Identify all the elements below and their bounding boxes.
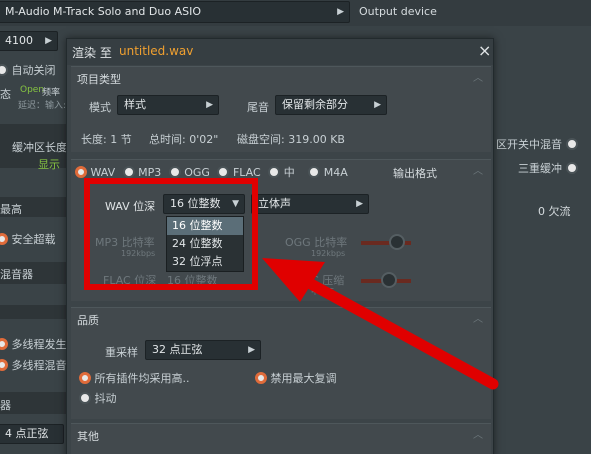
- annotation-arrow-icon: [262, 258, 499, 390]
